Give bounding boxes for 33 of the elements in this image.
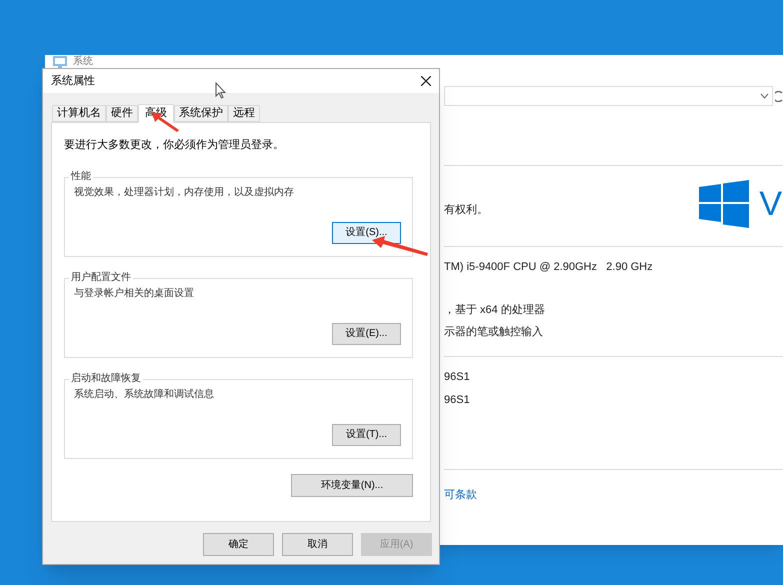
system-type-text: ，基于 x64 的处理器 xyxy=(444,302,546,318)
group-title: 性能 xyxy=(69,170,93,184)
dialog-button[interactable]: 取消 xyxy=(282,533,353,556)
tab[interactable]: 远程 xyxy=(228,105,260,122)
settings-button[interactable]: 设置(S)... xyxy=(332,222,401,244)
dialog-title: 系统属性 xyxy=(51,74,95,89)
pen-touch-text: 示器的笔或触控输入 xyxy=(444,325,544,340)
computer-name-text: 96S1 xyxy=(444,370,471,385)
copyright-text: 有权利。 xyxy=(444,203,488,218)
environment-variables-button[interactable]: 环境变量(N)... xyxy=(291,474,413,496)
settings-button[interactable]: 设置(T)... xyxy=(332,424,401,446)
tab[interactable]: 系统保护 xyxy=(174,105,228,122)
window-title: 系统 xyxy=(73,56,93,67)
settings-button[interactable]: 设置(E)... xyxy=(332,322,401,344)
admin-notice: 要进行大多数更改，你必须作为管理员登录。 xyxy=(64,138,285,153)
tab[interactable]: 计算机名 xyxy=(52,105,106,122)
group-description: 与登录帐户相关的桌面设置 xyxy=(74,286,195,300)
refresh-icon[interactable] xyxy=(775,90,783,102)
group-title: 用户配置文件 xyxy=(69,270,133,284)
windows-logo-icon xyxy=(699,180,750,228)
close-icon[interactable] xyxy=(421,76,431,86)
tab[interactable]: 硬件 xyxy=(106,105,138,122)
dialog-button[interactable]: 确定 xyxy=(203,533,274,556)
group-description: 系统启动、系统故障和调试信息 xyxy=(74,388,215,402)
chevron-down-icon xyxy=(760,93,769,99)
group-title: 启动和故障恢复 xyxy=(69,372,143,386)
computer-name-text: 96S1 xyxy=(444,392,471,408)
windows-wordmark: V xyxy=(759,187,782,221)
processor-text: TM) i5-9400F CPU @ 2.90GHz 2.90 GHz xyxy=(444,260,654,275)
monitor-icon xyxy=(53,56,67,68)
license-terms-link[interactable]: 可条款 xyxy=(444,489,477,501)
pointer-arrow xyxy=(372,236,428,256)
group-description: 视觉效果，处理器计划，内存使用，以及虚拟内存 xyxy=(74,186,295,200)
